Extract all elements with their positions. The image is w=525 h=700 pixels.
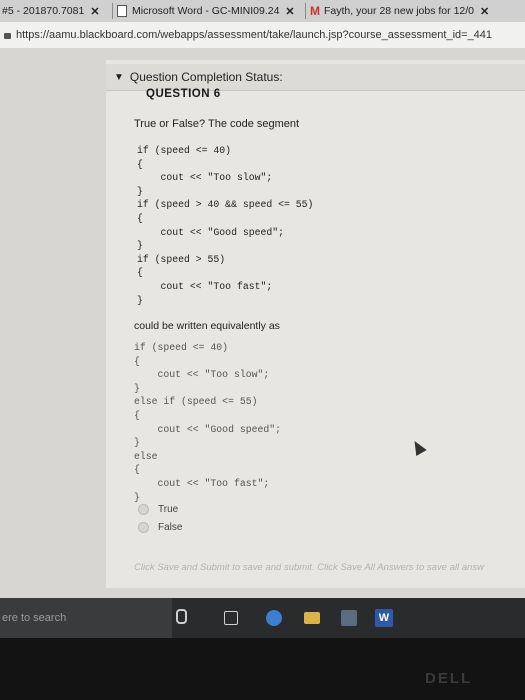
code-line: } <box>137 185 143 197</box>
tab-word-document[interactable]: Microsoft Word - GC-MINI09.24 ✕ <box>117 0 302 22</box>
answer-false[interactable]: False <box>138 518 182 536</box>
code-line: } <box>134 437 140 449</box>
code-line: else if (speed <= 55) <box>134 396 258 408</box>
dell-logo: DELL <box>425 670 473 687</box>
tab-divider <box>305 3 306 19</box>
edge-browser-icon[interactable] <box>266 610 282 626</box>
code-line: cout << "Good speed"; <box>137 226 284 238</box>
answer-true[interactable]: True <box>138 500 182 518</box>
question-prompt: True or False? The code segment <box>134 118 300 130</box>
code-line: if (speed > 55) <box>137 253 226 265</box>
monitor-bezel <box>0 638 525 700</box>
search-placeholder: ere to search <box>2 612 67 624</box>
radio-button[interactable] <box>138 521 149 533</box>
tab-gmail[interactable]: M Fayth, your 28 new jobs for 12/0 ✕ <box>310 0 520 22</box>
browser-tab-bar: #5 - 201870.7081 ✕ Microsoft Word - GC-M… <box>0 0 525 23</box>
code-line: cout << "Too fast"; <box>137 280 273 292</box>
code-line: if (speed <= 40) <box>134 342 229 353</box>
code-line: { <box>137 158 143 170</box>
task-view-icon[interactable] <box>224 611 238 625</box>
document-icon <box>117 5 127 17</box>
close-icon[interactable]: ✕ <box>90 5 99 18</box>
code-line: } <box>137 294 143 306</box>
url-text[interactable]: https://aamu.blackboard.com/webapps/asse… <box>16 29 492 41</box>
code-line: if (speed > 40 && speed <= 55) <box>137 199 314 211</box>
gmail-icon: M <box>310 4 320 18</box>
answer-options: True False <box>138 500 182 536</box>
microphone-icon[interactable] <box>176 609 187 624</box>
code-line: cout << "Too slow"; <box>137 172 273 184</box>
code-line: cout << "Too slow"; <box>134 369 270 381</box>
word-app-icon[interactable]: W <box>375 609 393 627</box>
lock-icon <box>4 33 11 39</box>
code-line: { <box>137 267 143 279</box>
answer-label: False <box>158 521 183 533</box>
code-line: } <box>134 382 140 394</box>
store-icon[interactable] <box>341 610 357 626</box>
question-title: QUESTION 6 <box>146 88 221 100</box>
file-explorer-icon[interactable] <box>304 612 320 624</box>
code-line: cout << "Too fast"; <box>134 477 270 489</box>
tab-assessment[interactable]: #5 - 201870.7081 ✕ <box>2 0 108 22</box>
taskbar-search-input[interactable]: ere to search <box>0 598 172 638</box>
chevron-down-icon: ▼ <box>114 71 124 83</box>
code-line: { <box>134 355 140 367</box>
windows-taskbar: ere to search W <box>0 598 525 638</box>
code-line: else <box>134 450 158 462</box>
radio-button[interactable] <box>138 503 149 515</box>
code-line: { <box>134 464 140 476</box>
tab-divider <box>112 3 113 19</box>
save-instructions: Click Save and Submit to save and submit… <box>134 562 484 573</box>
code-line: } <box>137 240 143 252</box>
code-line: { <box>134 409 140 421</box>
code-block-original: if (speed <= 40){ cout << "Too slow";} if… <box>137 144 313 307</box>
completion-status-header[interactable]: ▼ Question Completion Status: <box>106 64 525 91</box>
completion-status-label: Question Completion Status: <box>129 70 283 84</box>
code-line: if (speed <= 40) <box>137 145 232 156</box>
close-icon[interactable]: ✕ <box>285 5 294 18</box>
tab-label: #5 - 201870.7081 <box>2 5 85 17</box>
code-line: cout << "Good speed"; <box>134 423 281 435</box>
code-line: { <box>137 212 143 224</box>
assessment-page: ▼ Question Completion Status: QUESTION 6… <box>0 48 525 598</box>
bridge-text: could be written equivalently as <box>134 320 280 332</box>
answer-label: True <box>158 503 179 515</box>
address-bar[interactable]: https://aamu.blackboard.com/webapps/asse… <box>0 22 525 49</box>
tab-label: Fayth, your 28 new jobs for 12/0 <box>324 5 474 17</box>
code-block-equivalent: if (speed <= 40){ cout << "Too slow";} el… <box>134 341 281 504</box>
tab-label: Microsoft Word - GC-MINI09.24 <box>132 5 280 17</box>
close-icon[interactable]: ✕ <box>480 5 489 18</box>
